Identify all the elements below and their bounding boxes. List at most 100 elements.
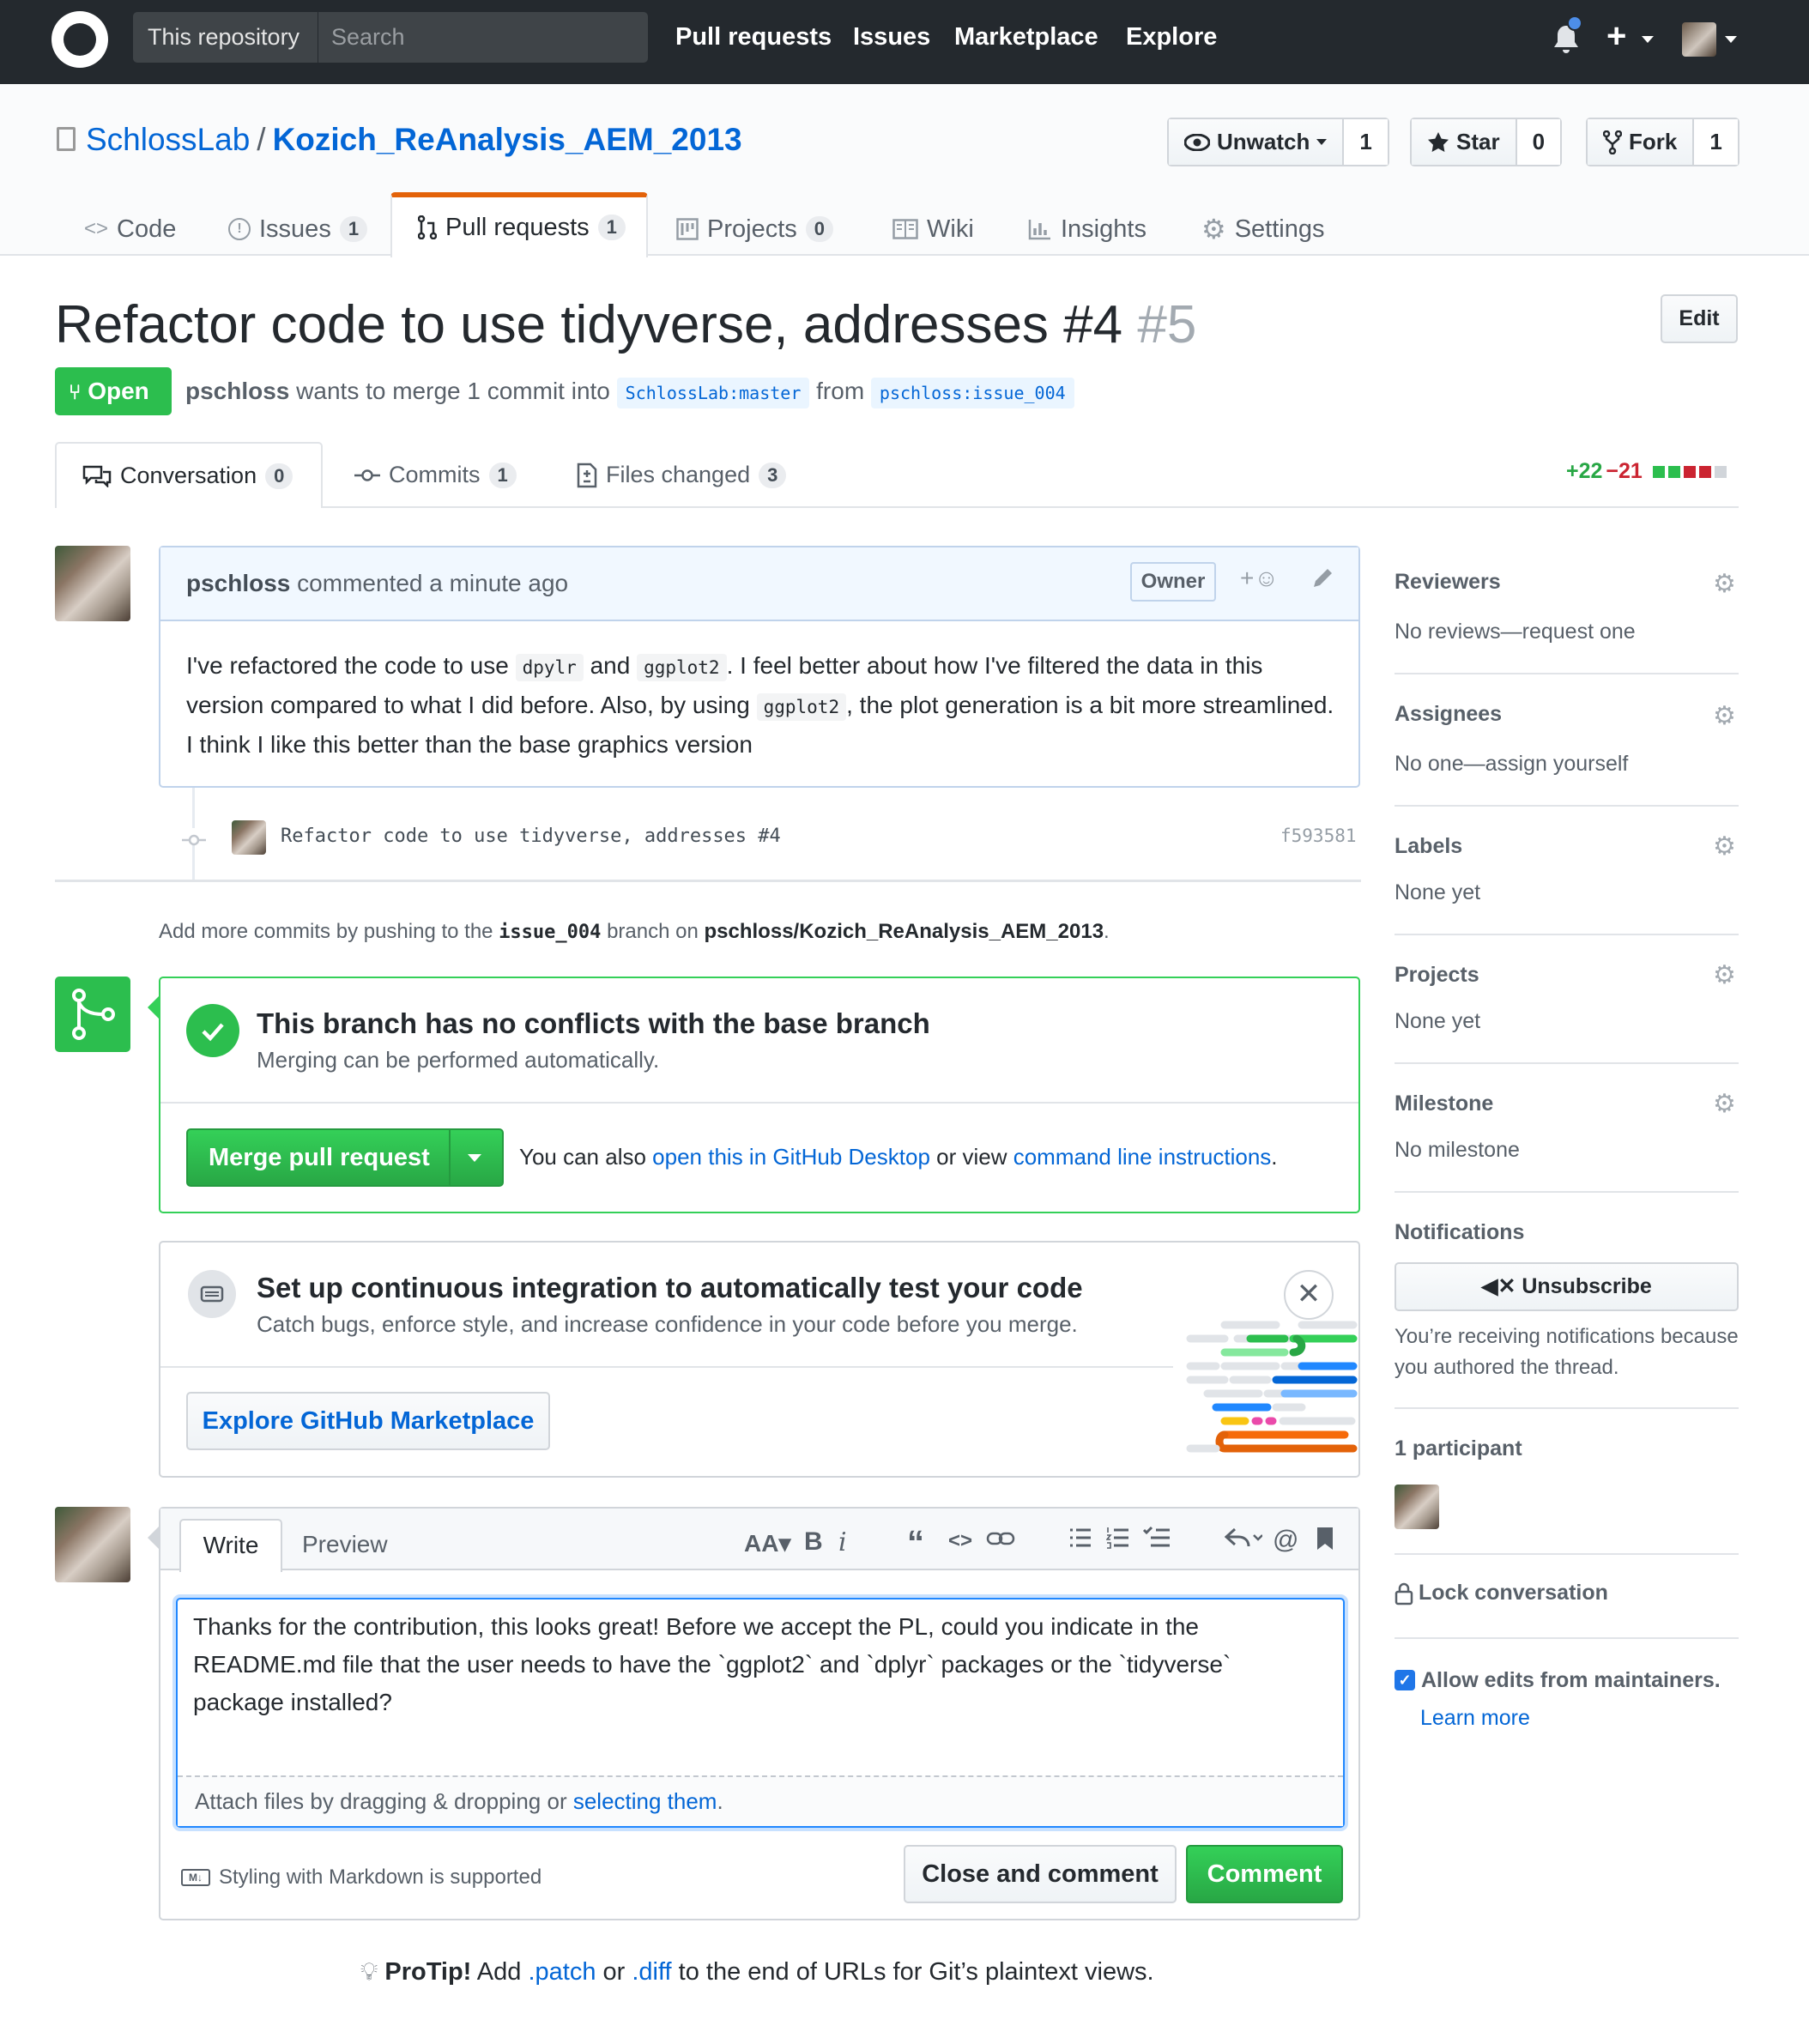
markdown-note[interactable]: M↓ Styling with Markdown is supported	[181, 1866, 541, 1890]
tab-preview[interactable]: Preview	[302, 1519, 388, 1570]
tab-write[interactable]: Write	[179, 1519, 282, 1572]
gear-icon[interactable]: ⚙	[1713, 834, 1739, 860]
tab-code-label: Code	[117, 215, 177, 243]
tab-wiki[interactable]: Wiki	[892, 203, 974, 256]
tab-settings[interactable]: ⚙ Settings	[1201, 203, 1324, 256]
tab-commits[interactable]: Commits 1	[354, 442, 517, 508]
nav-explore[interactable]: Explore	[1126, 12, 1217, 63]
lock-conversation-link[interactable]: Lock conversation	[1395, 1581, 1608, 1606]
projects-count: 0	[805, 216, 834, 242]
gear-icon[interactable]: ⚙	[1713, 704, 1739, 729]
mention-icon[interactable]: @	[1273, 1526, 1298, 1555]
sidebar-milestone-value: No milestone	[1395, 1138, 1520, 1162]
sidebar-assignees-value[interactable]: No one—assign yourself	[1395, 752, 1628, 777]
nav-pull-requests[interactable]: Pull requests	[675, 12, 832, 63]
project-icon	[676, 218, 699, 240]
chevron-down-icon[interactable]	[1642, 36, 1654, 43]
avatar[interactable]	[55, 1507, 130, 1582]
pr-author-link[interactable]: pschloss	[185, 378, 289, 404]
open-in-desktop-link[interactable]: open this in GitHub Desktop	[652, 1144, 930, 1170]
avatar[interactable]	[55, 546, 130, 621]
learn-more-link[interactable]: Learn more	[1420, 1706, 1530, 1731]
pr-meta: pschloss wants to merge 1 commit into Sc…	[185, 378, 1074, 408]
stargazers-count[interactable]: 0	[1515, 119, 1561, 165]
close-and-comment-button[interactable]: Close and comment	[904, 1845, 1177, 1903]
base-branch[interactable]: SchlossLab:master	[616, 378, 810, 408]
pencil-icon[interactable]	[1310, 565, 1336, 596]
diff-link[interactable]: .diff	[632, 1958, 671, 1986]
explore-marketplace-button[interactable]: Explore GitHub Marketplace	[186, 1392, 550, 1450]
avatar[interactable]	[232, 820, 266, 855]
repo-owner-link[interactable]: SchlossLab	[86, 122, 250, 157]
tab-pull-requests[interactable]: Pull requests 1	[390, 192, 648, 257]
comment-time[interactable]: commented a minute ago	[297, 570, 568, 596]
unwatch-button[interactable]: Unwatch	[1169, 119, 1343, 165]
sidebar-divider	[1395, 1062, 1739, 1064]
avatar[interactable]	[1395, 1485, 1439, 1529]
sidebar-reviewers-value[interactable]: No reviews—request one	[1395, 620, 1636, 644]
comment-button[interactable]: Comment	[1186, 1845, 1343, 1903]
gear-icon[interactable]: ⚙	[1713, 963, 1739, 989]
allow-edits-label[interactable]: Allow edits from maintainers.	[1421, 1668, 1721, 1693]
select-files-link[interactable]: selecting them	[573, 1788, 717, 1814]
fork-button[interactable]: Fork	[1588, 119, 1693, 165]
inline-code: ggplot2	[637, 654, 727, 681]
allow-edits-checkbox[interactable]: ✓	[1395, 1670, 1415, 1690]
ordered-list-icon[interactable]	[1105, 1526, 1130, 1557]
tab-insights[interactable]: Insights	[1028, 203, 1147, 256]
commit-icon	[182, 828, 206, 846]
tab-code[interactable]: <> Code	[84, 203, 176, 256]
repo-name-link[interactable]: Kozich_ReAnalysis_AEM_2013	[273, 122, 742, 157]
reply-icon[interactable]	[1224, 1526, 1263, 1557]
tab-files-changed[interactable]: Files changed 3	[577, 442, 787, 508]
header-text-icon[interactable]: AA▾	[744, 1529, 791, 1557]
comment-author-link[interactable]: pschloss	[186, 570, 290, 596]
tab-conversation[interactable]: Conversation 0	[55, 442, 323, 508]
bold-icon[interactable]: B	[804, 1527, 823, 1557]
link-icon[interactable]	[986, 1527, 1015, 1557]
bell-icon[interactable]	[1553, 15, 1582, 55]
tab-issues[interactable]: ! Issues 1	[228, 203, 368, 256]
commit-sha-link[interactable]: f593581	[1280, 825, 1357, 846]
nav-issues[interactable]: Issues	[853, 12, 930, 63]
search-input[interactable]: Search	[318, 12, 648, 63]
diffstat[interactable]: +22 −21	[1566, 459, 1727, 484]
unordered-list-icon[interactable]	[1068, 1526, 1092, 1557]
github-logo-icon[interactable]	[51, 11, 108, 68]
bookmark-icon[interactable]	[1316, 1526, 1334, 1558]
head-branch[interactable]: pschloss:issue_004	[870, 378, 1074, 408]
pr-title-text: Refactor code to use tidyverse, addresse…	[55, 295, 1123, 354]
patch-link[interactable]: .patch	[528, 1958, 596, 1986]
italic-icon[interactable]: i	[838, 1527, 847, 1557]
star-button[interactable]: Star	[1412, 119, 1516, 165]
comment-textarea-value[interactable]: Thanks for the contribution, this looks …	[193, 1608, 1326, 1721]
gear-icon[interactable]: ⚙	[1713, 1092, 1739, 1117]
watchers-count[interactable]: 1	[1342, 119, 1388, 165]
sidebar-divider	[1395, 805, 1739, 807]
gear-icon[interactable]: ⚙	[1713, 571, 1739, 597]
command-line-instructions-link[interactable]: command line instructions	[1013, 1144, 1272, 1170]
emoji-icon[interactable]: +☺	[1240, 565, 1279, 592]
issues-count: 1	[339, 216, 368, 242]
quote-icon[interactable]: “	[907, 1524, 924, 1563]
merge-pull-request-button[interactable]: Merge pull request	[186, 1128, 504, 1187]
commit-message-link[interactable]: Refactor code to use tidyverse, addresse…	[281, 825, 781, 847]
comment-textarea[interactable]: Thanks for the contribution, this looks …	[176, 1598, 1345, 1828]
chevron-down-icon[interactable]	[1725, 36, 1737, 43]
close-icon[interactable]: ✕	[1284, 1270, 1334, 1320]
merge-alt-text: You can also	[519, 1144, 653, 1170]
forks-count[interactable]: 1	[1692, 119, 1738, 165]
code-icon[interactable]: <>	[948, 1529, 972, 1553]
merge-box-pointer	[148, 995, 160, 1019]
attach-files-dropzone[interactable]: Attach files by dragging & dropping or s…	[178, 1775, 1343, 1826]
user-avatar[interactable]	[1682, 22, 1716, 57]
markdown-note-text: Styling with Markdown is supported	[219, 1866, 542, 1889]
attach-text: .	[717, 1788, 723, 1814]
unsubscribe-button[interactable]: ◀︎✕ Unsubscribe	[1395, 1262, 1739, 1311]
tab-projects[interactable]: Projects 0	[676, 203, 834, 256]
merge-options-dropdown-icon[interactable]	[468, 1154, 481, 1162]
nav-marketplace[interactable]: Marketplace	[954, 12, 1098, 63]
plus-icon[interactable]: +	[1606, 17, 1626, 56]
edit-title-button[interactable]: Edit	[1661, 294, 1738, 343]
task-list-icon[interactable]	[1142, 1526, 1171, 1557]
